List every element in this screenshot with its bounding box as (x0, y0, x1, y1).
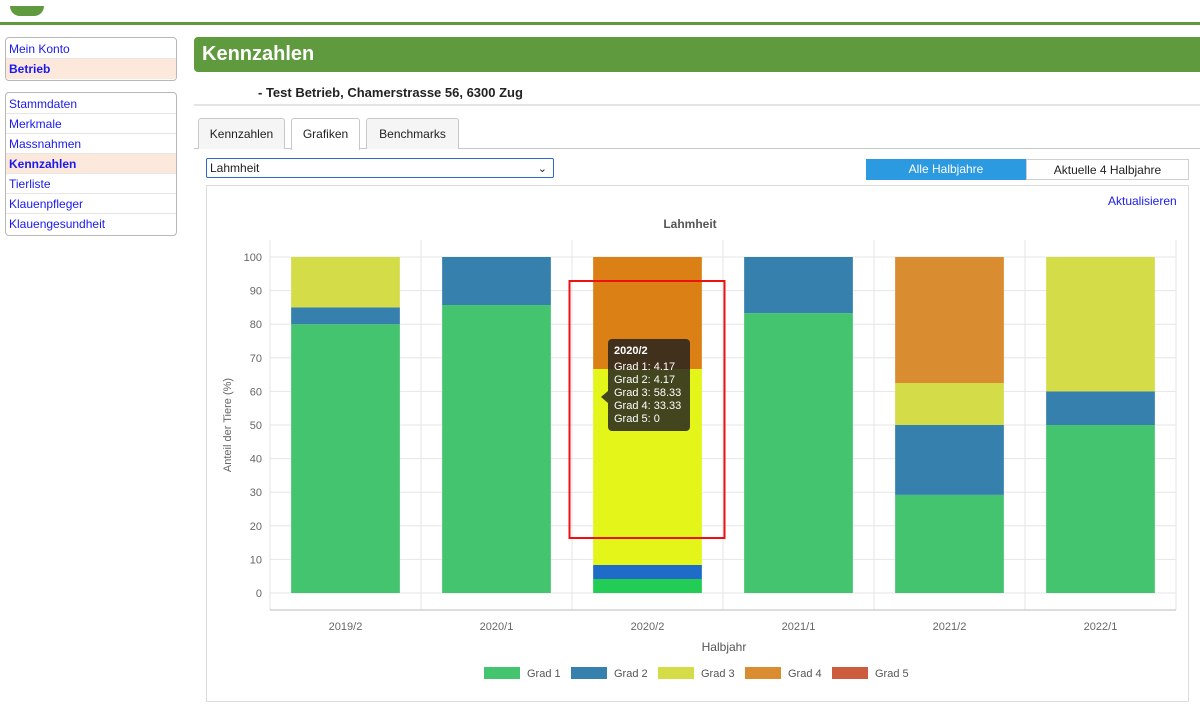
legend-swatch-grad-3 (658, 667, 694, 679)
legend-label: Grad 5 (875, 668, 909, 680)
tooltip-line: Grad 2: 4.17 (614, 374, 675, 386)
legend-label: Grad 3 (701, 668, 735, 680)
x-tick-label: 2021/1 (782, 621, 816, 633)
bar-2020-1-grad-1 (442, 305, 551, 593)
y-tick-label: 100 (244, 252, 262, 264)
y-tick-label: 60 (250, 386, 262, 398)
bar-2020-1-grad-2 (442, 257, 551, 306)
bar-2021-2-grad-4 (895, 257, 1004, 383)
legend-swatch-grad-4 (745, 667, 781, 679)
bar-2021-1-grad-1 (744, 313, 853, 593)
tooltip-title: 2020/2 (614, 345, 648, 357)
x-tick-label: 2021/2 (933, 621, 967, 633)
bar-2021-2-grad-3 (895, 383, 1004, 425)
bar-2020-2-grad-1 (593, 578, 702, 593)
y-tick-label: 20 (250, 521, 262, 533)
tooltip-line: Grad 4: 33.33 (614, 400, 681, 412)
bar-2021-2-grad-1 (895, 494, 1004, 593)
legend-label: Grad 2 (614, 668, 648, 680)
lahmheit-chart: Lahmheit Anteil der Tiere (%) Halbjahr 0… (222, 217, 1177, 680)
bar-2019-2-grad-2 (291, 307, 400, 325)
legend-label: Grad 4 (788, 668, 822, 680)
y-tick-label: 30 (250, 487, 262, 499)
bar-2019-2-grad-3 (291, 257, 400, 308)
legend-swatch-grad-2 (571, 667, 607, 679)
legend-label: Grad 1 (527, 668, 561, 680)
legend-swatch-grad-5 (832, 667, 868, 679)
y-axis-title: Anteil der Tiere (%) (222, 378, 234, 472)
y-tick-label: 0 (256, 588, 262, 600)
y-tick-label: 50 (250, 420, 262, 432)
chart-title: Lahmheit (663, 217, 716, 231)
y-tick-label: 10 (250, 554, 262, 566)
bar-2021-2-grad-2 (895, 425, 1004, 495)
tooltip-line: Grad 1: 4.17 (614, 361, 675, 373)
y-tick-label: 90 (250, 286, 262, 298)
x-tick-label: 2019/2 (329, 621, 363, 633)
x-tick-label: 2020/1 (480, 621, 514, 633)
bar-2020-2-grad-2 (593, 564, 702, 579)
bar-2022-1-grad-1 (1046, 425, 1155, 593)
bar-2022-1-grad-3 (1046, 257, 1155, 392)
legend-swatch-grad-1 (484, 667, 520, 679)
y-tick-label: 70 (250, 353, 262, 365)
y-tick-label: 40 (250, 454, 262, 466)
bar-2022-1-grad-2 (1046, 391, 1155, 425)
y-tick-label: 80 (250, 319, 262, 331)
tooltip-line: Grad 3: 58.33 (614, 387, 681, 399)
bar-2021-1-grad-2 (744, 257, 853, 314)
tooltip-line: Grad 5: 0 (614, 413, 660, 425)
x-tick-label: 2022/1 (1084, 621, 1118, 633)
x-axis-title: Halbjahr (702, 640, 747, 654)
bar-2019-2-grad-1 (291, 324, 400, 593)
x-tick-label: 2020/2 (631, 621, 665, 633)
